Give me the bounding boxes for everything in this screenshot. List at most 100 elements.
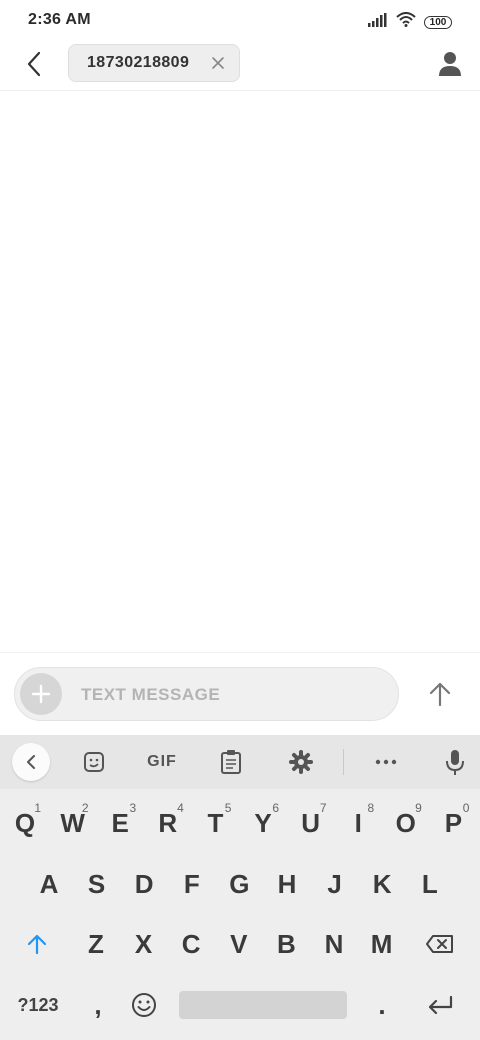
sticker-icon	[84, 752, 104, 772]
contact-button[interactable]	[436, 50, 464, 78]
key-j[interactable]: J	[313, 858, 357, 910]
key-label: T	[207, 807, 224, 838]
key-hint: 2	[81, 801, 89, 815]
key-hint: 1	[34, 801, 41, 815]
key-p[interactable]: P0	[431, 797, 475, 849]
key-label: X	[134, 928, 153, 959]
key-d[interactable]: D	[122, 858, 166, 910]
conversation-header: 18730218809	[0, 42, 480, 91]
key-label: N	[324, 928, 344, 959]
key-v[interactable]: V	[217, 918, 261, 970]
back-arrow-icon	[27, 51, 41, 77]
key-hint: 9	[415, 801, 422, 815]
key-label: D	[134, 868, 154, 899]
message-input[interactable]	[79, 674, 383, 716]
person-icon	[439, 52, 461, 76]
key-c[interactable]: C	[169, 918, 213, 970]
key-hint: 0	[462, 801, 470, 815]
gif-button[interactable]: GIF	[140, 744, 184, 780]
backspace-key[interactable]	[418, 918, 462, 970]
key-hint: 8	[367, 801, 375, 815]
more-icon	[375, 759, 397, 765]
divider	[0, 652, 480, 653]
emoji-icon	[132, 993, 156, 1017]
comma-key[interactable]: ,	[76, 979, 120, 1031]
key-hint: 3	[129, 801, 137, 815]
enter-icon	[428, 995, 453, 1015]
key-label: U	[301, 807, 320, 838]
key-t[interactable]: T5	[193, 797, 237, 849]
shift-arrow-icon	[27, 934, 47, 955]
wifi-icon	[396, 12, 416, 32]
chevron-left-icon	[27, 755, 35, 769]
key-label: S	[87, 868, 106, 899]
key-label: M	[370, 928, 393, 959]
backspace-icon	[426, 935, 453, 953]
message-list[interactable]	[0, 91, 480, 652]
key-hint: 7	[319, 801, 327, 815]
send-button[interactable]	[420, 674, 460, 714]
key-g[interactable]: G	[217, 858, 261, 910]
collapse-toolbar-button[interactable]	[12, 743, 50, 781]
voice-input-button[interactable]	[437, 744, 473, 780]
microphone-icon	[446, 750, 464, 775]
arrow-up-icon	[429, 682, 451, 707]
key-label: B	[277, 928, 296, 959]
key-label: O	[395, 807, 416, 838]
key-x[interactable]: X	[122, 918, 166, 970]
key-q[interactable]: Q1	[3, 797, 47, 849]
plus-icon	[31, 684, 51, 704]
shift-key[interactable]	[15, 918, 59, 970]
key-k[interactable]: K	[360, 858, 404, 910]
keyboard: G I F Q 1 W 2 E 3 R 4 T 5 Y 6 U 7 I 8 O 9 …	[0, 735, 480, 1040]
compose-bar	[14, 667, 399, 721]
key-b[interactable]: B	[264, 918, 308, 970]
space-key[interactable]	[179, 991, 347, 1019]
key-w[interactable]: W2	[51, 797, 95, 849]
key-f[interactable]: F	[170, 858, 214, 910]
key-y[interactable]: Y6	[241, 797, 285, 849]
status-bar: 2:36 AM 100	[0, 0, 480, 42]
enter-key[interactable]	[418, 979, 462, 1031]
key-r[interactable]: R4	[146, 797, 190, 849]
key-o[interactable]: O9	[384, 797, 428, 849]
key-hint: 5	[224, 801, 232, 815]
key-i[interactable]: I8	[336, 797, 380, 849]
settings-button[interactable]	[283, 744, 319, 780]
sticker-button[interactable]	[76, 744, 112, 780]
back-button[interactable]	[20, 50, 48, 78]
key-label: F	[183, 868, 200, 899]
key-h[interactable]: H	[265, 858, 309, 910]
key-l[interactable]: L	[408, 858, 452, 910]
key-a[interactable]: A	[27, 858, 71, 910]
gear-icon	[289, 750, 313, 774]
key-label: P	[444, 807, 463, 838]
add-attachment-button[interactable]	[20, 673, 62, 715]
key-s[interactable]: S	[75, 858, 119, 910]
recipient-chip[interactable]: 18730218809	[68, 44, 240, 82]
key-n[interactable]: N	[312, 918, 356, 970]
key-label: R	[158, 807, 178, 838]
key-z[interactable]: Z	[74, 918, 118, 970]
status-icons: 100	[368, 12, 452, 32]
key-label: G	[229, 868, 250, 899]
toolbar-separator	[343, 749, 344, 775]
key-label: K	[372, 868, 392, 899]
recipient-number: 18730218809	[87, 54, 190, 71]
period-key[interactable]: .	[360, 979, 404, 1031]
key-label: J	[327, 868, 342, 899]
close-icon	[212, 57, 224, 69]
key-label: C	[181, 928, 201, 959]
key-label: H	[277, 868, 297, 899]
symbols-key[interactable]: ?123	[8, 979, 68, 1031]
more-button[interactable]	[368, 744, 404, 780]
key-label: I	[354, 807, 362, 838]
clipboard-button[interactable]	[213, 744, 249, 780]
remove-recipient-button[interactable]	[211, 56, 225, 70]
emoji-key[interactable]	[122, 979, 166, 1031]
status-time: 2:36 AM	[28, 11, 91, 28]
key-label: L	[421, 868, 438, 899]
key-u[interactable]: U7	[289, 797, 333, 849]
key-e[interactable]: E3	[98, 797, 142, 849]
key-m[interactable]: M	[360, 918, 404, 970]
